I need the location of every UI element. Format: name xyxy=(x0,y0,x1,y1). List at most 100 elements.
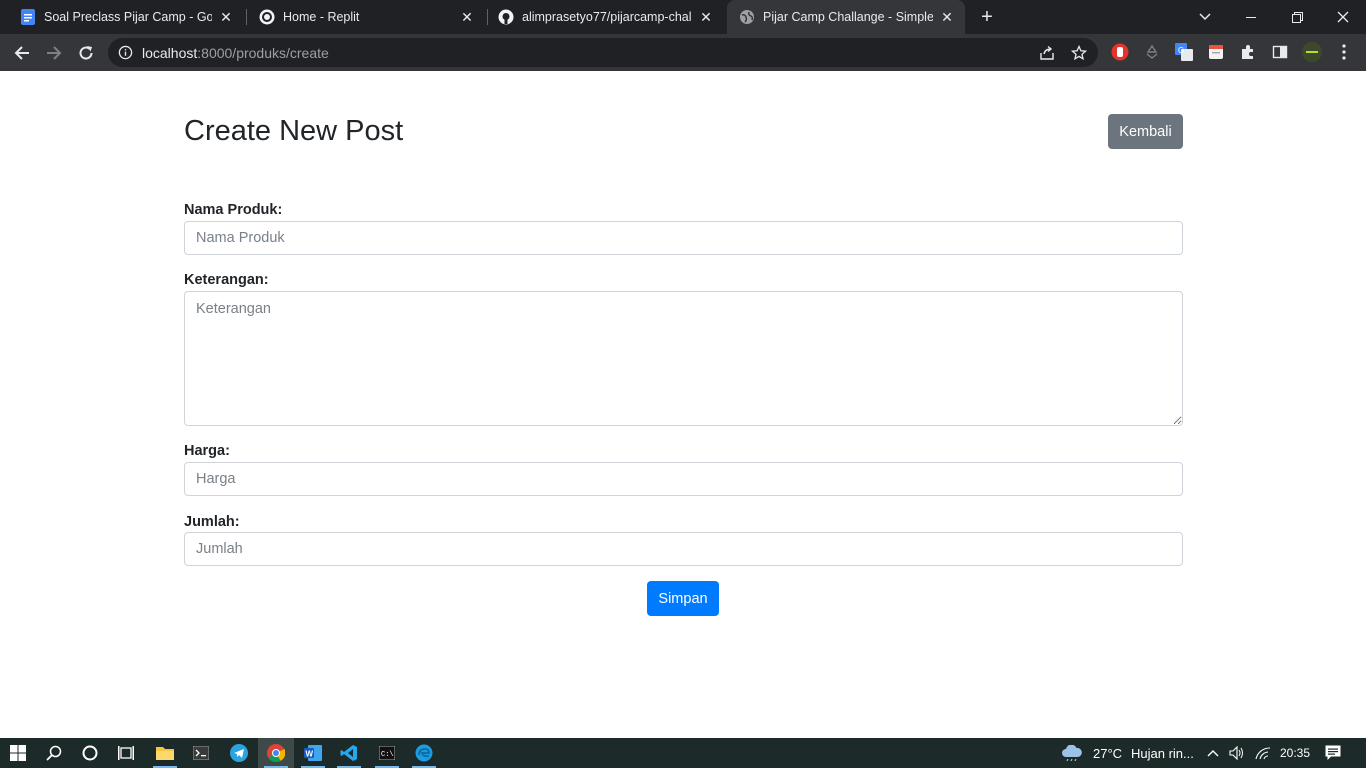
restore-button[interactable] xyxy=(1274,0,1320,34)
start-button[interactable] xyxy=(0,738,36,768)
keterangan-textarea[interactable] xyxy=(184,291,1183,426)
chrome-app[interactable] xyxy=(258,738,294,768)
nama-produk-label: Nama Produk: xyxy=(184,202,283,218)
weather-description: Hujan rin... xyxy=(1131,746,1194,761)
tab-title: Pijar Camp Challange - Simple Crud xyxy=(763,10,933,24)
tab-title: Home - Replit xyxy=(283,10,360,24)
cloud-rain-icon xyxy=(1062,745,1082,761)
address-bar[interactable]: localhost:8000/produks/create xyxy=(108,38,1098,67)
tab-replit[interactable]: Home - Replit ✕ xyxy=(247,0,485,34)
reload-button[interactable] xyxy=(72,39,100,67)
folder-icon xyxy=(156,747,174,760)
telegram-app[interactable] xyxy=(221,738,257,768)
svg-text:C:\: C:\ xyxy=(381,751,394,759)
browser-tab-strip: Soal Preclass Pijar Camp - Google Docs ✕… xyxy=(0,0,1366,34)
profile-avatar[interactable] xyxy=(1302,42,1322,62)
vscode-icon xyxy=(340,745,357,761)
translate-extension-icon[interactable]: G xyxy=(1174,42,1194,62)
simpan-button[interactable]: Simpan xyxy=(647,581,719,616)
close-window-button[interactable] xyxy=(1320,0,1366,34)
puzzle-extensions-icon[interactable] xyxy=(1238,42,1258,62)
tray-overflow-button[interactable] xyxy=(1200,738,1226,768)
network-button[interactable] xyxy=(1250,738,1276,768)
wifi-icon xyxy=(1255,747,1271,760)
url-text[interactable]: localhost:8000/produks/create xyxy=(142,45,329,61)
chevron-up-icon xyxy=(1207,750,1219,757)
globe-icon xyxy=(739,9,755,25)
tab-google-docs[interactable]: Soal Preclass Pijar Camp - Google Docs ✕ xyxy=(8,0,244,34)
cmd-app[interactable]: C:\ xyxy=(369,738,405,768)
menu-kebab-icon[interactable] xyxy=(1334,42,1354,62)
github-icon xyxy=(498,9,514,25)
notes-extension-icon[interactable] xyxy=(1206,42,1226,62)
vscode-app[interactable] xyxy=(331,738,367,768)
system-clock[interactable]: 20:35 xyxy=(1280,746,1310,760)
search-icon xyxy=(46,745,62,761)
arrow-left-icon xyxy=(14,46,29,60)
close-icon xyxy=(1337,11,1349,23)
google-docs-icon xyxy=(20,9,36,25)
reload-icon xyxy=(79,46,93,60)
weather-widget[interactable] xyxy=(1054,738,1090,768)
browser-toolbar: localhost:8000/produks/create G xyxy=(0,34,1366,71)
jumlah-input[interactable] xyxy=(184,532,1183,566)
page-title: Create New Post xyxy=(184,115,404,147)
back-link-button[interactable]: Kembali xyxy=(1108,114,1183,149)
replit-icon xyxy=(259,9,275,25)
task-view-icon xyxy=(118,746,134,760)
chrome-icon xyxy=(267,744,285,762)
page-content: Create New Post Kembali Nama Produk: Ket… xyxy=(0,71,1366,738)
svg-text:W: W xyxy=(306,750,314,759)
terminal-icon xyxy=(193,746,209,760)
harga-label: Harga: xyxy=(184,443,230,459)
cmd-icon: C:\ xyxy=(379,746,395,760)
tab-title: alimprasetyo77/pijarcamp-challange xyxy=(522,10,692,24)
info-icon[interactable] xyxy=(118,45,133,60)
terminal-app[interactable] xyxy=(183,738,219,768)
file-explorer-app[interactable] xyxy=(147,738,183,768)
close-icon[interactable]: ✕ xyxy=(939,9,955,25)
url-host: localhost xyxy=(142,45,198,61)
volume-button[interactable] xyxy=(1224,738,1250,768)
side-panel-icon[interactable] xyxy=(1270,42,1290,62)
nama-produk-input[interactable] xyxy=(184,221,1183,255)
bookmark-star-icon[interactable] xyxy=(1070,44,1088,62)
jumlah-label: Jumlah: xyxy=(184,514,240,530)
share-icon[interactable] xyxy=(1038,44,1056,62)
svg-text:G: G xyxy=(1178,46,1184,55)
windows-logo-icon xyxy=(10,745,26,761)
edge-app[interactable] xyxy=(406,738,442,768)
keterangan-label: Keterangan: xyxy=(184,272,269,288)
weather-temperature: 27°C xyxy=(1093,746,1123,761)
chevron-down-icon xyxy=(1199,13,1211,21)
word-icon: W xyxy=(304,745,322,761)
back-button[interactable] xyxy=(8,39,36,67)
notification-icon xyxy=(1325,745,1341,760)
tab-pijar-camp[interactable]: Pijar Camp Challange - Simple Crud ✕ xyxy=(727,0,965,34)
action-center-button[interactable] xyxy=(1316,738,1350,768)
minimize-icon xyxy=(1246,17,1256,18)
minimize-button[interactable] xyxy=(1228,0,1274,34)
task-view-button[interactable] xyxy=(108,738,144,768)
tab-github[interactable]: alimprasetyo77/pijarcamp-challange ✕ xyxy=(486,0,724,34)
windows-taskbar: W C:\ 27°C Hujan rin... 20:35 xyxy=(0,738,1366,768)
word-app[interactable]: W xyxy=(295,738,331,768)
speaker-icon xyxy=(1229,746,1243,760)
recycle-extension-icon[interactable] xyxy=(1142,42,1162,62)
cortana-button[interactable] xyxy=(72,738,108,768)
close-icon[interactable]: ✕ xyxy=(218,9,234,25)
adblock-extension-icon[interactable] xyxy=(1110,42,1130,62)
close-icon[interactable]: ✕ xyxy=(698,9,714,25)
new-tab-button[interactable]: + xyxy=(976,6,998,28)
search-button[interactable] xyxy=(36,738,72,768)
forward-button[interactable] xyxy=(40,39,68,67)
arrow-right-icon xyxy=(47,46,62,60)
tab-search-button[interactable] xyxy=(1182,0,1228,34)
restore-icon xyxy=(1291,11,1303,23)
harga-input[interactable] xyxy=(184,462,1183,496)
cortana-circle-icon xyxy=(82,745,98,761)
close-icon[interactable]: ✕ xyxy=(459,9,475,25)
url-path: :8000/produks/create xyxy=(197,45,329,61)
edge-icon xyxy=(415,744,433,762)
telegram-icon xyxy=(230,744,248,762)
